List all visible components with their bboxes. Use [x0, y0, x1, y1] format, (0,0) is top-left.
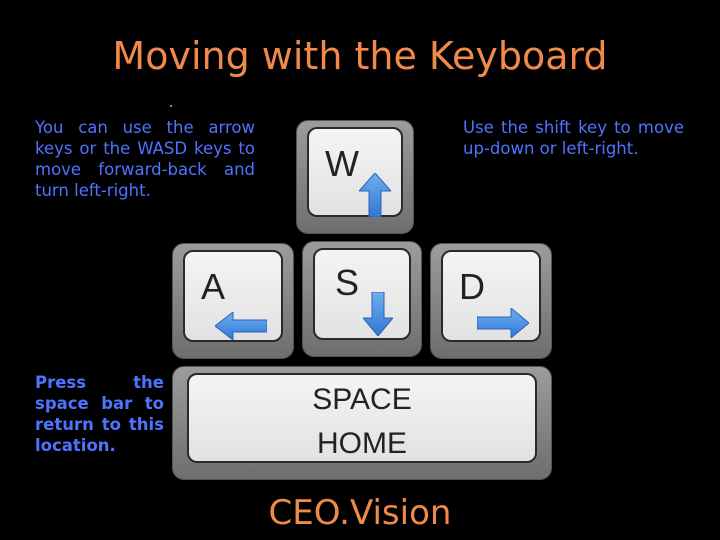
arrow-keys-note: You can use the arrow keys or the WASD k…	[35, 118, 255, 200]
w-key-label: W	[325, 143, 359, 184]
brand-footer: CEO.Vision	[268, 493, 452, 533]
page-title: Moving with the Keyboard	[112, 34, 608, 78]
home-label: HOME	[317, 427, 407, 460]
shift-key-note: Use the shift key to move up-down or lef…	[463, 118, 684, 158]
a-key-label: A	[201, 266, 226, 307]
s-key-face: S	[313, 248, 411, 340]
space-bar-key: SPACE HOME	[172, 366, 552, 480]
space-bar-face: SPACE HOME	[187, 373, 537, 463]
a-key: A	[172, 243, 294, 359]
w-key: W	[296, 120, 414, 234]
space-bar-note: Press the space bar to return to this lo…	[35, 373, 164, 455]
d-key: D	[430, 243, 552, 359]
d-key-face: D	[441, 250, 541, 342]
s-key-label: S	[335, 262, 360, 303]
arrow-right-icon	[477, 308, 529, 338]
d-key-label: D	[459, 266, 485, 307]
space-bar-label: SPACE	[312, 383, 412, 416]
arrow-up-icon	[359, 173, 391, 217]
arrow-left-icon	[215, 312, 267, 340]
s-key: S	[302, 241, 422, 357]
stray-dot	[170, 105, 172, 107]
arrow-down-icon	[363, 292, 393, 336]
a-key-face: A	[183, 250, 283, 342]
w-key-face: W	[307, 127, 403, 217]
